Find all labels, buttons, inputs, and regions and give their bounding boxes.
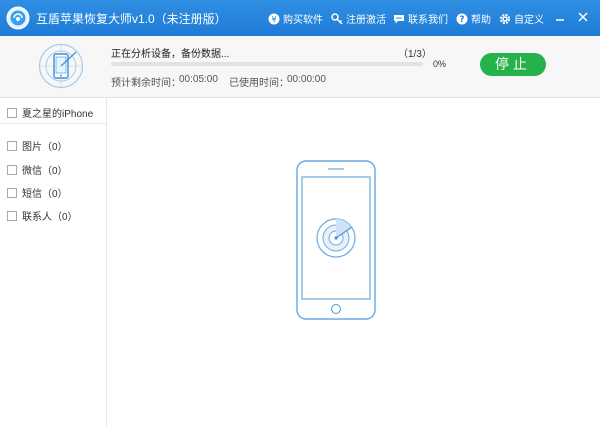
main-content <box>107 98 600 426</box>
used-time-label: 已使用时间： <box>229 78 289 89</box>
app-logo-icon <box>6 6 30 30</box>
step-counter: （1/3） <box>398 49 432 60</box>
help-icon: ? <box>456 13 468 25</box>
buy-software-button[interactable]: ¥ 购买软件 <box>268 11 323 26</box>
sidebar: 夏之星的iPhone 图片（0） 微信（0） 短信（0） 联系人（0） <box>0 98 107 426</box>
category-item-contacts[interactable]: 联系人（0） <box>7 208 78 223</box>
gear-icon <box>499 13 511 24</box>
status-message: 正在分析设备，备份数据... <box>111 49 230 60</box>
customize-button[interactable]: 自定义 <box>499 11 544 26</box>
wechat-label: 微信（0） <box>22 166 68 177</box>
photos-checkbox[interactable] <box>7 140 17 151</box>
category-item-sms[interactable]: 短信（0） <box>7 185 68 200</box>
register-activate-label: 注册激活 <box>346 15 386 26</box>
device-name: 夏之星的iPhone <box>22 109 94 120</box>
register-activate-button[interactable]: 注册激活 <box>331 11 386 26</box>
sms-label: 短信（0） <box>22 189 68 200</box>
help-button[interactable]: ? 帮助 <box>456 11 491 26</box>
used-time-value: 00:00:00 <box>287 74 326 85</box>
wechat-checkbox[interactable] <box>7 164 17 175</box>
stop-button[interactable]: 停止 <box>480 53 546 76</box>
contacts-label: 联系人（0） <box>22 212 78 223</box>
svg-text:?: ? <box>460 15 465 25</box>
chat-icon <box>394 14 404 23</box>
scan-status-panel: 正在分析设备，备份数据... （1/3） 0% 预计剩余时间： 00:05:00… <box>0 36 600 98</box>
photos-label: 图片（0） <box>22 142 68 153</box>
remaining-time-value: 00:05:00 <box>179 74 218 85</box>
remaining-time-label: 预计剩余时间： <box>111 78 181 89</box>
contacts-checkbox[interactable] <box>7 210 17 221</box>
phone-scanning-icon <box>296 160 376 320</box>
sms-checkbox[interactable] <box>7 187 17 198</box>
key-icon <box>331 12 343 25</box>
customize-label: 自定义 <box>514 15 544 26</box>
contact-us-button[interactable]: 联系我们 <box>393 11 448 26</box>
title-bar: 互盾苹果恢复大师v1.0（未注册版） ¥ 购买软件 注册激活 联系我们 ? 帮助 <box>0 0 600 36</box>
help-label: 帮助 <box>471 15 491 26</box>
category-item-photos[interactable]: 图片（0） <box>7 138 68 153</box>
phone-radar-icon <box>38 43 84 89</box>
svg-text:¥: ¥ <box>271 15 276 24</box>
device-row: 夏之星的iPhone <box>0 98 106 124</box>
close-icon[interactable] <box>576 10 590 24</box>
device-item[interactable]: 夏之星的iPhone <box>7 105 93 120</box>
yen-icon: ¥ <box>268 13 280 24</box>
progress-percent: 0% <box>433 59 447 69</box>
device-checkbox[interactable] <box>7 107 17 118</box>
minimize-icon[interactable] <box>553 10 567 24</box>
buy-software-label: 购买软件 <box>283 15 323 26</box>
progress-bar <box>111 62 423 66</box>
category-item-wechat[interactable]: 微信（0） <box>7 162 68 177</box>
contact-us-label: 联系我们 <box>408 15 448 26</box>
app-title: 互盾苹果恢复大师v1.0（未注册版） <box>36 12 227 26</box>
